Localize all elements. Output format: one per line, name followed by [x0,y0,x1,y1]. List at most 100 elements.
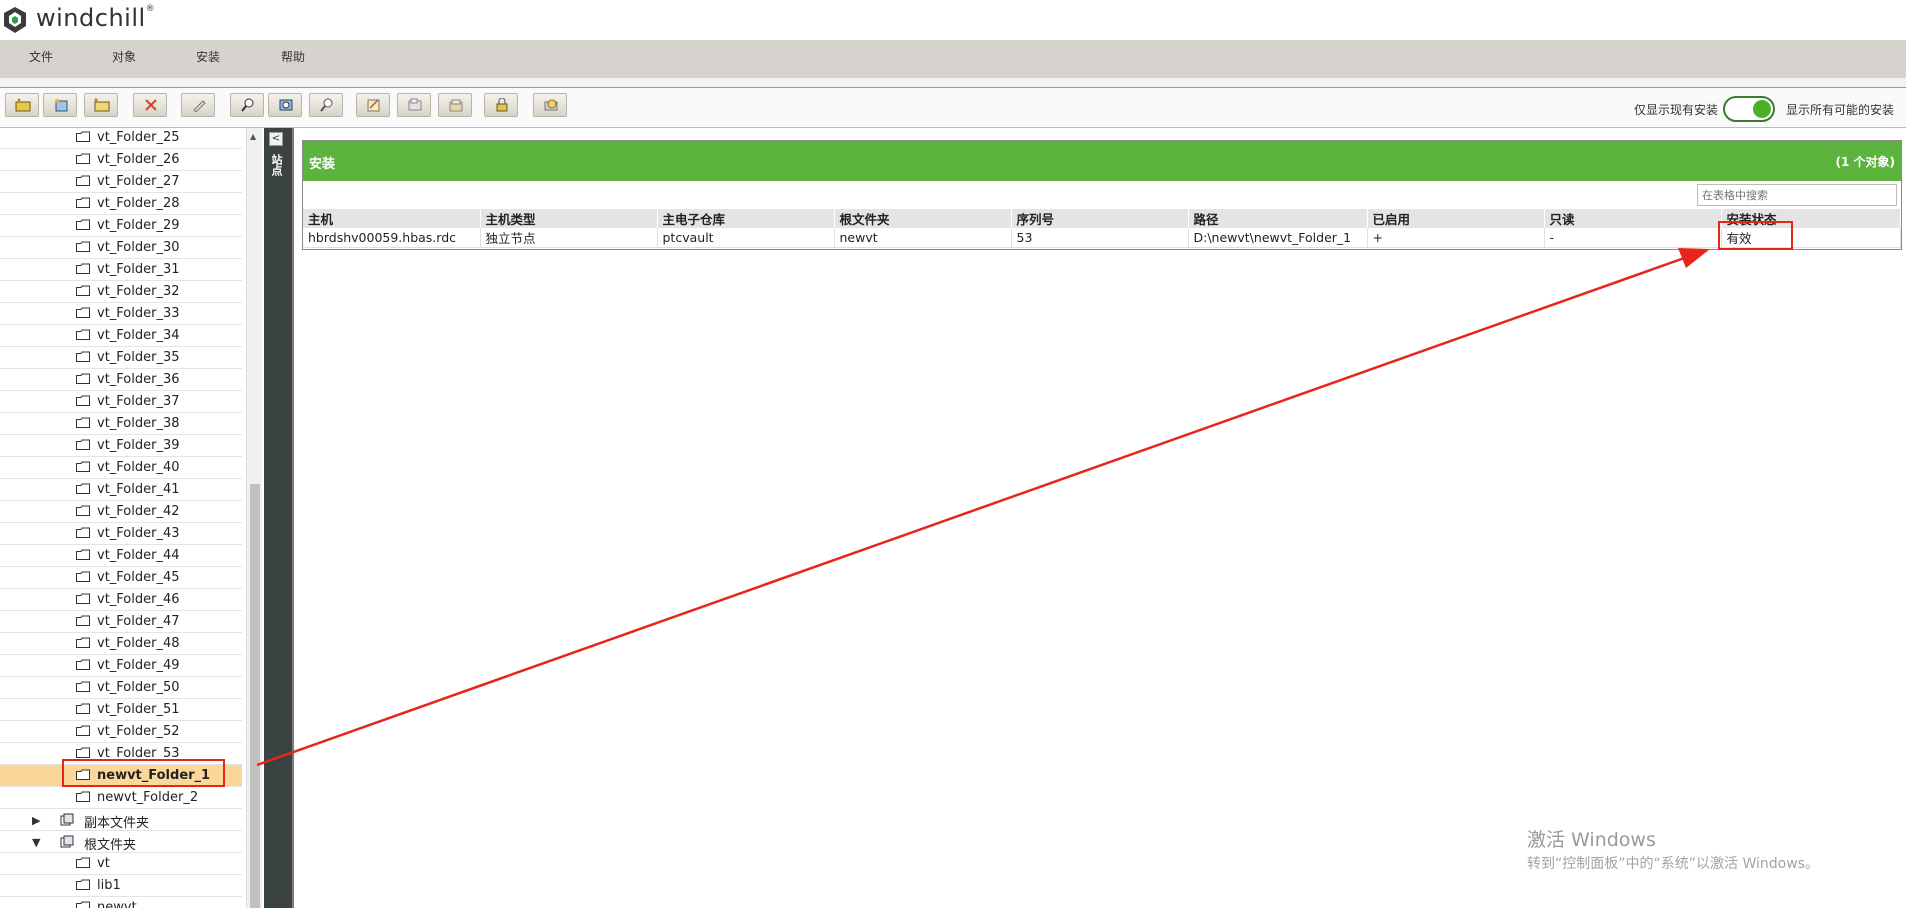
tree-item-replica-folders[interactable]: ▶ 副本文件夹 [0,809,242,831]
tree-item-root-child[interactable]: lib1 [0,875,242,897]
edit-button[interactable] [181,93,215,117]
tree-item-folder[interactable]: vt_Folder_27 [0,171,242,193]
tree-item-folder[interactable]: vt_Folder_37 [0,391,242,413]
tree-item-label: vt_Folder_49 [97,658,180,673]
column-header[interactable]: 已启用 [1367,209,1545,228]
cell-vault: ptcvault [657,228,835,248]
tree-item-folder[interactable]: vt_Folder_35 [0,347,242,369]
column-header[interactable]: 路径 [1188,209,1368,228]
cell-path: D:\newvt\newvt_Folder_1 [1188,228,1368,248]
tree-item-label: vt_Folder_47 [97,614,180,629]
folder-icon [76,769,90,780]
tree-item-folder[interactable]: vt_Folder_50 [0,677,242,699]
cell-enabled: + [1367,228,1545,248]
mount-button[interactable] [533,93,567,117]
sites-strip-label[interactable]: 站点 [270,154,284,176]
tree-item-selected-folder[interactable]: newvt_Folder_1 [0,765,242,787]
new-item-button[interactable] [43,93,77,117]
column-header[interactable]: 根文件夹 [834,209,1012,228]
installs-panel: 安装 (1 个对象) 主机 主机类型 主电子仓库 根文件夹 序列号 路径 已启用… [302,140,1902,250]
tree-item-folder[interactable]: vt_Folder_45 [0,567,242,589]
menu-object[interactable]: 对象 [112,40,136,78]
table-header-row: 主机 主机类型 主电子仓库 根文件夹 序列号 路径 已启用 只读 安装状态 [303,209,1901,228]
table-search-input[interactable] [1697,184,1897,206]
splitter[interactable] [292,128,294,908]
tree-item-folder[interactable]: vt_Folder_32 [0,281,242,303]
new-subfolder-button[interactable] [84,93,118,117]
scroll-thumb[interactable] [250,484,260,908]
tree-item-folder[interactable]: vt_Folder_26 [0,149,242,171]
folder-icon [76,505,90,516]
folder-icon [76,329,90,340]
tree-item-label: vt_Folder_46 [97,592,180,607]
tree-item-folder[interactable]: vt_Folder_51 [0,699,242,721]
search-icon [320,98,333,112]
menu-install[interactable]: 安装 [196,40,220,78]
tree-item-folder[interactable]: vt_Folder_47 [0,611,242,633]
folder-icon [76,571,90,582]
expand-arrow-icon[interactable]: ▶ [32,814,40,827]
collapse-arrow-icon[interactable]: ▼ [32,836,40,849]
tree-item-folder[interactable]: vt_Folder_52 [0,721,242,743]
tree-item-folder[interactable]: vt_Folder_53 [0,743,242,765]
tree-item-folder[interactable]: vt_Folder_33 [0,303,242,325]
tree-item-folder[interactable]: newvt_Folder_2 [0,787,242,809]
folder-icon [76,483,90,494]
menu-help[interactable]: 帮助 [281,40,305,78]
folder-icon [76,879,90,890]
column-header[interactable]: 安装状态 [1721,209,1901,228]
copy-button[interactable] [438,93,472,117]
menu-file[interactable]: 文件 [29,40,53,78]
tree-item-folder[interactable]: vt_Folder_46 [0,589,242,611]
tree-item-label: vt_Folder_41 [97,482,180,497]
tree-item-folder[interactable]: vt_Folder_38 [0,413,242,435]
tree-item-folder[interactable]: vt_Folder_48 [0,633,242,655]
tree-item-folder[interactable]: vt_Folder_29 [0,215,242,237]
tree-item-folder[interactable]: vt_Folder_25 [0,128,242,149]
lock-button[interactable] [484,93,518,117]
tree-item-folder[interactable]: vt_Folder_34 [0,325,242,347]
cell-host[interactable]: hbrdshv00059.hbas.rdc [303,228,481,248]
tree-item-folder[interactable]: vt_Folder_42 [0,501,242,523]
folder-icon [76,659,90,670]
tree-item-root-child[interactable]: newvt [0,897,242,908]
tree-item-folder[interactable]: vt_Folder_43 [0,523,242,545]
search-button[interactable] [309,93,343,117]
lock-icon [496,98,508,112]
table-row[interactable]: hbrdshv00059.hbas.rdc 独立节点 ptcvault newv… [303,228,1901,248]
tree-item-folder[interactable]: vt_Folder_28 [0,193,242,215]
tree-item-folder[interactable]: vt_Folder_40 [0,457,242,479]
tree-item-root-child[interactable]: vt [0,853,242,875]
new-folder-button[interactable] [5,93,39,117]
tree-item-folder[interactable]: vt_Folder_30 [0,237,242,259]
tree-item-folder[interactable]: vt_Folder_49 [0,655,242,677]
tree-item-label: vt_Folder_48 [97,636,180,651]
tree-item-folder[interactable]: vt_Folder_36 [0,369,242,391]
find-button[interactable] [230,93,264,117]
new-item-icon [55,99,68,112]
collapse-panel-button[interactable]: < [269,132,283,146]
column-header[interactable]: 主电子仓库 [657,209,835,228]
tree-scrollbar[interactable]: ▲ [246,128,262,908]
tree-item-folder[interactable]: vt_Folder_39 [0,435,242,457]
move-button[interactable] [397,93,431,117]
tree-item-label: vt_Folder_34 [97,328,180,343]
tree-item-folder[interactable]: vt_Folder_41 [0,479,242,501]
column-header[interactable]: 只读 [1544,209,1722,228]
tree-item-root-folders[interactable]: ▼ 根文件夹 [0,831,242,853]
install-filter-toggle[interactable] [1723,96,1775,122]
scroll-up-icon[interactable]: ▲ [250,132,256,141]
tree-item-label: vt_Folder_39 [97,438,180,453]
tree-item-label: vt_Folder_36 [97,372,180,387]
view-button[interactable] [268,93,302,117]
column-header[interactable]: 主机类型 [480,209,658,228]
column-header[interactable]: 序列号 [1011,209,1189,228]
tree-item-folder[interactable]: vt_Folder_31 [0,259,242,281]
notes-button[interactable] [356,93,390,117]
delete-button[interactable] [133,93,167,117]
menu-separator [0,78,1906,88]
tree-item-label: newvt [97,900,137,908]
tree-item-folder[interactable]: vt_Folder_44 [0,545,242,567]
folder-icon [76,395,90,406]
column-header[interactable]: 主机 [303,209,481,228]
